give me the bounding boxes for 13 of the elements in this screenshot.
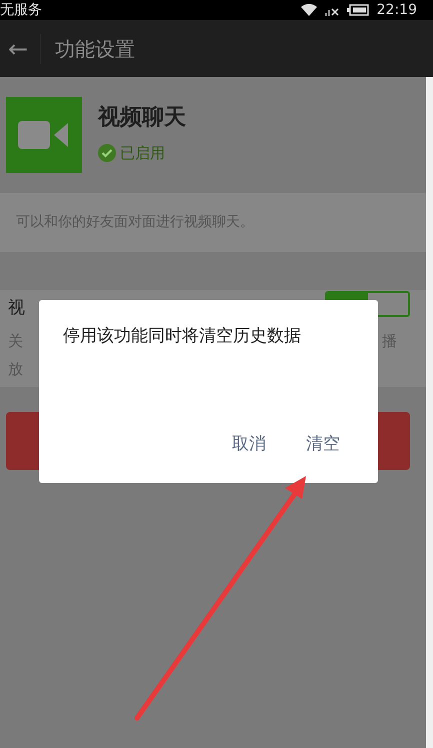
back-button[interactable]: ← xyxy=(0,30,40,66)
carrier-text: 无服务 xyxy=(0,1,42,20)
battery-icon xyxy=(346,4,369,16)
wifi-icon xyxy=(300,4,317,16)
setting-label: 视 xyxy=(8,297,25,320)
page-title: 功能设置 xyxy=(55,36,136,62)
clock-text: 22:19 xyxy=(376,1,417,20)
dialog-message: 停用该功能同时将清空历史数据 xyxy=(62,325,302,348)
app-icon xyxy=(6,97,82,173)
dialog-button[interactable]: 取消 xyxy=(232,432,266,457)
status-text: 已启用 xyxy=(120,143,165,164)
dialog-button[interactable]: 清空 xyxy=(306,432,340,457)
feature-name: 视频聊天 xyxy=(98,104,186,132)
